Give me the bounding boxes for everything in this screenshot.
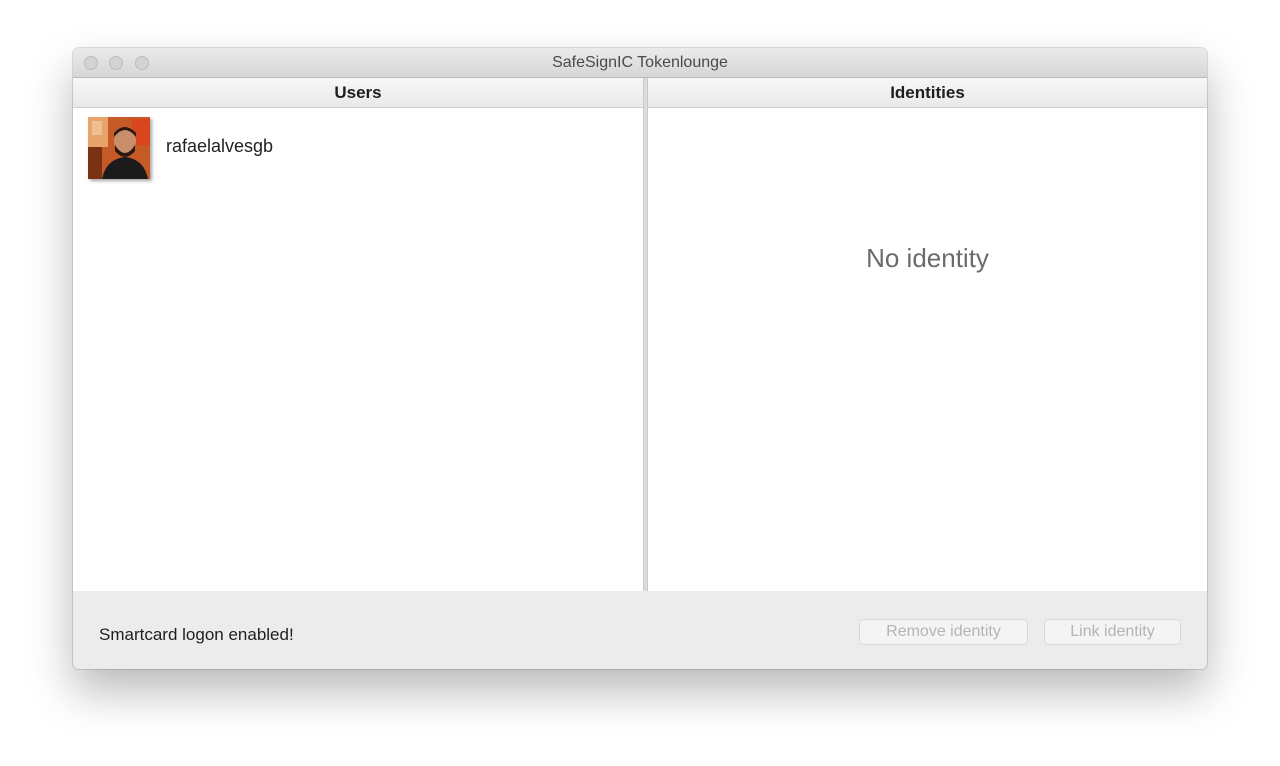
identities-column-header[interactable]: Identities bbox=[648, 78, 1207, 108]
link-identity-button[interactable]: Link identity bbox=[1044, 619, 1181, 645]
user-list-item[interactable]: rafaelalvesgb bbox=[88, 117, 273, 179]
status-message: Smartcard logon enabled! bbox=[99, 625, 294, 644]
app-window: SafeSignIC Tokenlounge Users rafaelalves… bbox=[73, 48, 1207, 669]
users-pane: Users rafaelalvesgb bbox=[73, 78, 644, 591]
user-avatar bbox=[88, 117, 150, 179]
user-photo-icon bbox=[88, 117, 150, 179]
identities-pane: Identities No identity bbox=[647, 78, 1207, 591]
user-name: rafaelalvesgb bbox=[166, 135, 274, 156]
empty-identities-message: No identity bbox=[866, 243, 989, 273]
users-column-header[interactable]: Users bbox=[73, 78, 643, 108]
window-title: SafeSignIC Tokenlounge bbox=[552, 54, 728, 71]
title-bar[interactable]: SafeSignIC Tokenlounge bbox=[73, 48, 1207, 78]
remove-identity-button[interactable]: Remove identity bbox=[859, 619, 1028, 645]
